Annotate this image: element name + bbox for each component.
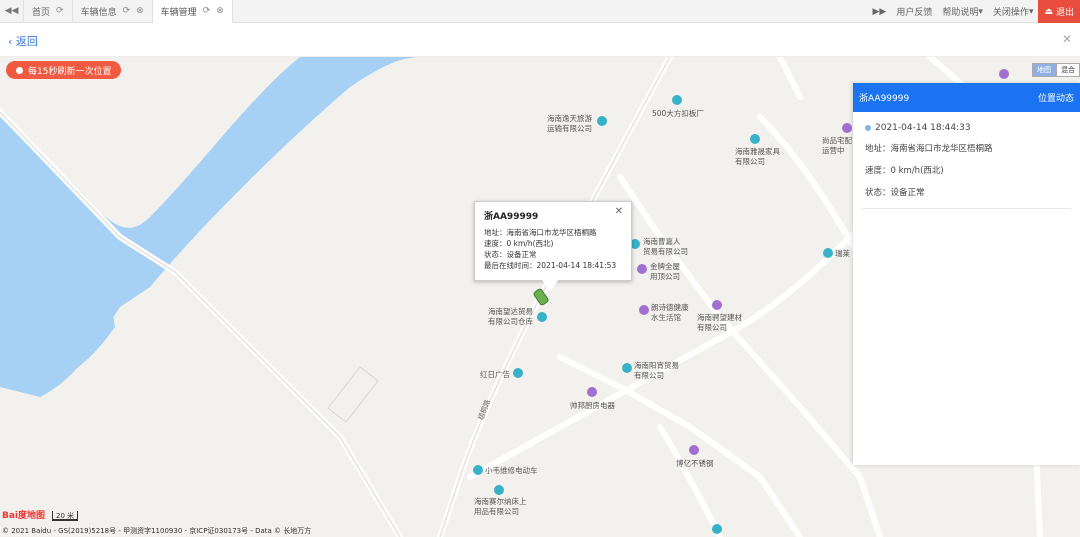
tab-bar: ◀◀ 首页 ⟳ 车辆信息 ⟳ ⊗ 车辆管理 ⟳ ⊗ ▶▶ 用户反馈 帮助说明 ▾ … (0, 0, 1080, 23)
tab-vehicle-info[interactable]: 车辆信息 ⟳ ⊗ (73, 0, 153, 23)
baidu-logo: Bai度地图 (2, 511, 46, 521)
chevron-down-icon: ▾ (978, 6, 983, 17)
back-bar: ‹ 返回 ✕ (0, 24, 1080, 57)
tab-label: 车辆信息 (80, 7, 117, 18)
popup-speed: 速度：0 km/h(西北) (484, 239, 554, 248)
popup-address: 地址：海南省海口市龙华区梧桐路 (484, 228, 597, 237)
poi-label: 金牌全屋 用顶公司 (650, 262, 680, 281)
poi-label: 博亿不锈钢 (676, 459, 714, 468)
map-type-switch: 地图 混合 (1032, 63, 1080, 77)
position-dynamics-link[interactable]: 位置动态 (1038, 91, 1074, 104)
poi-label: 红日广告 (480, 370, 510, 379)
vehicle-detail-panel: 浙AA99999 位置动态 2021-04-14 18:44:33 地址：海南省… (853, 83, 1080, 465)
logout-label: 退出 (1055, 8, 1074, 18)
panel-address: 地址：海南省海口市龙华区梧桐路 (865, 144, 993, 154)
logout-icon: ⏏ (1044, 6, 1053, 17)
shop-icon (639, 305, 649, 315)
poi-label: 朗诗德健康 水生活馆 (651, 303, 689, 322)
close-ops-label: 关闭操作 (992, 8, 1029, 18)
map-type-hybrid-button[interactable]: 混合 (1056, 63, 1080, 77)
scale-bar: 20 米 (52, 511, 79, 521)
panel-body: 2021-04-14 18:44:33 地址：海南省海口市龙华区梧桐路 速度：0… (853, 112, 1080, 220)
divider (862, 208, 1071, 209)
poi-label: 帅邦厨房电器 (570, 401, 615, 410)
building-icon (672, 95, 682, 105)
panel-header: 浙AA99999 位置动态 (853, 83, 1080, 112)
popup-plate: 浙AA99999 (484, 212, 539, 222)
building-icon (823, 248, 833, 258)
shop-icon (587, 387, 597, 397)
building-icon (750, 134, 760, 144)
logout-button[interactable]: ⏏ 退出 (1038, 0, 1080, 23)
vehicle-info-window: 浙AA99999 地址：海南省海口市龙华区梧桐路 速度：0 km/h(西北) 状… (474, 201, 632, 281)
panel-time: 2021-04-14 18:44:33 (875, 123, 971, 133)
help-label: 帮助说明 (942, 8, 979, 18)
refresh-label: 每15秒刷新一次位置 (28, 66, 112, 77)
chevron-left-icon: ‹ (8, 35, 13, 48)
shop-icon (689, 445, 699, 455)
poi-label: 海南赛尔纳床上 用品有限公司 (474, 497, 527, 516)
poi-label: 瑞莱 (835, 249, 850, 258)
wrench-icon (473, 465, 483, 475)
poi-label: 500大方扣板厂 (652, 109, 704, 118)
tab-label: 首页 (32, 7, 51, 18)
building-icon (622, 363, 632, 373)
building-icon (712, 524, 722, 534)
shop-icon (999, 69, 1009, 79)
poi-label: 海南阳宵贸易 有限公司 (634, 361, 679, 380)
poi-label: 尚品宅配 运营中 (822, 136, 852, 155)
status-dot-icon (865, 125, 871, 131)
popup-pointer (542, 280, 558, 292)
close-icon[interactable]: ⊗ (216, 6, 224, 16)
popup-last-online: 最后在线时间：2021-04-14 18:41:53 (484, 261, 617, 270)
building-icon (494, 485, 504, 495)
tab-label: 车辆管理 (160, 7, 197, 18)
tab-home[interactable]: 首页 ⟳ (24, 0, 73, 23)
back-button[interactable]: ‹ 返回 (8, 33, 38, 49)
refresh-icon[interactable]: ⟳ (123, 6, 131, 16)
poi-label: 海南曹嘉人 贸易有限公司 (643, 237, 688, 256)
close-icon[interactable]: ✕ (1062, 32, 1072, 46)
panel-status: 状态：设备正常 (865, 188, 925, 198)
shop-icon (637, 264, 647, 274)
poi-label: 海南雅晟家具 有限公司 (735, 147, 780, 166)
refresh-interval-badge: 每15秒刷新一次位置 (6, 61, 122, 79)
refresh-icon[interactable]: ⟳ (56, 6, 64, 16)
shop-icon (842, 123, 852, 133)
popup-status: 状态：设备正常 (484, 250, 537, 259)
poi-label: 海南骋望建材 有限公司 (697, 313, 742, 332)
tab-scroll-left-button[interactable]: ◀◀ (0, 0, 24, 23)
poi-label: 海南逸天旅游 运输有限公司 (547, 114, 592, 133)
shop-icon (712, 300, 722, 310)
record-icon (16, 66, 23, 74)
poi-label: 小韦维修电动车 (485, 466, 538, 475)
building-icon (537, 312, 547, 322)
tab-vehicle-management[interactable]: 车辆管理 ⟳ ⊗ (152, 0, 233, 23)
close-icon[interactable]: ⊗ (136, 6, 144, 16)
refresh-icon[interactable]: ⟳ (203, 6, 211, 16)
panel-plate: 浙AA99999 (859, 94, 910, 104)
feedback-link[interactable]: 用户反馈 (891, 0, 937, 23)
copyright-text: © 2021 Baidu - GS(2019)5218号 - 甲测资字11009… (2, 527, 312, 535)
close-ops-menu[interactable]: 关闭操作 ▾ (988, 0, 1039, 23)
building-icon (513, 368, 523, 378)
help-menu[interactable]: 帮助说明 ▾ (937, 0, 988, 23)
tab-scroll-right-button[interactable]: ▶▶ (868, 0, 892, 23)
poi-label: 海南望达贸易 有限公司仓库 (488, 307, 533, 326)
close-icon[interactable]: ✕ (615, 206, 623, 217)
back-label: 返回 (15, 35, 38, 48)
map-type-map-button[interactable]: 地图 (1032, 63, 1056, 77)
building-icon (597, 116, 607, 126)
panel-speed: 速度：0 km/h(西北) (865, 166, 944, 176)
panel-time-row: 2021-04-14 18:44:33 (865, 123, 1068, 133)
map-view[interactable]: 每15秒刷新一次位置 海南逸天旅游 运输有限公司 500大方扣板厂 海南雅晟家具有… (0, 57, 1080, 537)
chevron-down-icon: ▾ (1028, 6, 1034, 17)
